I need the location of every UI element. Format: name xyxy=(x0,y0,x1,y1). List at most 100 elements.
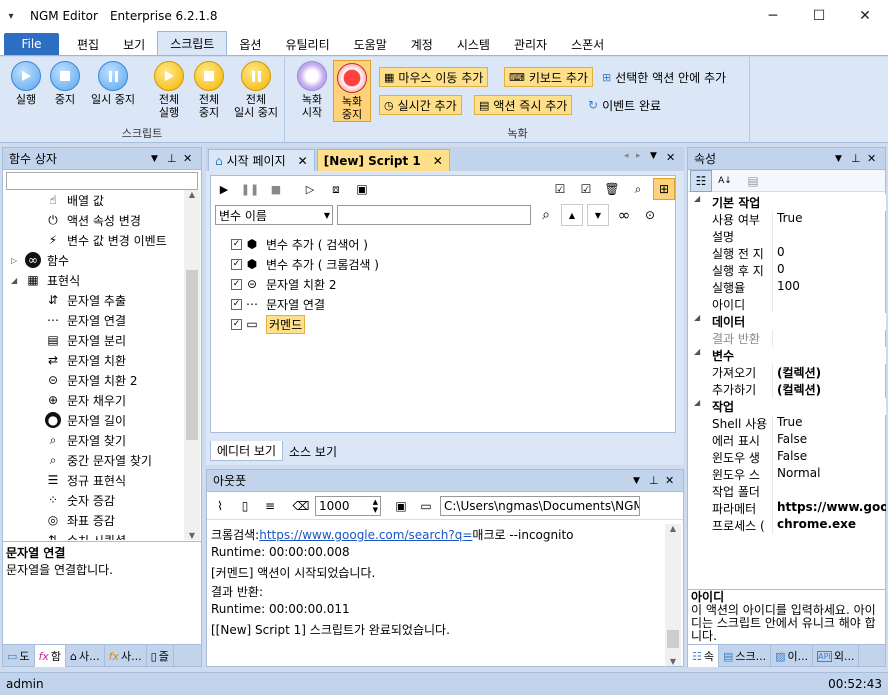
output-scrollbar[interactable]: ▲ ▼ xyxy=(665,524,681,666)
scroll-down-icon[interactable]: ▼ xyxy=(184,531,200,540)
property-value[interactable]: (컬렉션) xyxy=(772,364,886,381)
pause-button[interactable]: 일시 중지 xyxy=(86,61,140,106)
property-value[interactable]: 100 xyxy=(772,279,886,296)
record-start-button[interactable]: 녹화 시작 xyxy=(294,61,330,119)
more-icon[interactable]: ⊙ xyxy=(639,204,661,226)
pin-icon[interactable]: ⊥ xyxy=(851,152,867,165)
property-value[interactable]: chrome.exe xyxy=(772,517,886,534)
panel-close-icon[interactable]: ✕ xyxy=(183,152,201,165)
menu-utility[interactable]: 유틸리티 xyxy=(273,33,341,55)
property-value[interactable]: False xyxy=(772,432,886,449)
property-row[interactable]: 실행 후 지 0 xyxy=(688,262,886,279)
scroll-down-icon[interactable]: ▼ xyxy=(665,657,681,666)
tree-item[interactable]: ● 문자열 길이 xyxy=(3,410,126,430)
collapse-icon[interactable]: ◢ xyxy=(694,313,700,322)
tab-close-icon[interactable]: ✕ xyxy=(433,154,443,168)
save-icon[interactable]: ▣ xyxy=(390,495,412,517)
tab-favorites[interactable]: ▯ 즐 xyxy=(147,645,174,667)
arrow-down-icon[interactable]: ▼ xyxy=(587,204,609,226)
property-value[interactable] xyxy=(772,296,886,313)
collapse-icon[interactable]: ◢ xyxy=(694,194,700,203)
panel-menu-icon[interactable]: ▼ xyxy=(835,154,851,164)
property-category[interactable]: ◢ 작업 xyxy=(688,398,886,415)
pause-all-button[interactable]: 전체 일시 중지 xyxy=(230,61,282,119)
action-checkbox[interactable]: ✓ xyxy=(231,298,242,310)
tree-expander-icon[interactable]: ▷ xyxy=(11,256,25,265)
play-frame-icon[interactable]: ▣ xyxy=(351,178,373,200)
stop-button[interactable]: 중지 xyxy=(47,61,83,106)
collapse-icon[interactable]: ◢ xyxy=(694,398,700,407)
property-value[interactable]: Normal xyxy=(772,466,886,483)
stop-all-button[interactable]: 전체 중지 xyxy=(190,61,228,119)
property-pages-icon[interactable]: ▤ xyxy=(742,170,764,192)
menu-system[interactable]: 시스템 xyxy=(445,33,502,55)
tab-script-1[interactable]: [New] Script 1 ✕ xyxy=(316,149,450,171)
spinner-arrows-icon[interactable]: ▲ ▼ xyxy=(373,498,378,514)
property-value[interactable]: 0 xyxy=(772,262,886,279)
property-row[interactable]: 파라메터 https://www.goo xyxy=(688,500,886,517)
tab-properties[interactable]: ☷ 속 xyxy=(688,645,719,667)
property-value[interactable]: False xyxy=(772,449,886,466)
check-icon[interactable]: ☑ xyxy=(575,178,597,200)
tab-close-icon[interactable]: ✕ xyxy=(298,154,308,168)
tree-item[interactable]: ⋯ 문자열 연결 xyxy=(3,310,126,330)
tree-item[interactable]: ⏻ 액션 속성 변경 xyxy=(3,210,141,230)
tree-item[interactable]: ⁘ 숫자 증감 xyxy=(3,490,115,510)
action-row[interactable]: ✓ ⊝ 문자열 치환 2 xyxy=(231,274,336,294)
property-row[interactable]: 작업 폴더 xyxy=(688,483,886,500)
tree-item[interactable]: ▤ 문자열 분리 xyxy=(3,330,126,350)
panel-menu-icon[interactable]: ▼ xyxy=(151,154,167,164)
property-category[interactable]: ◢ 데이터 xyxy=(688,313,886,330)
tree-view-icon[interactable]: ⊞ xyxy=(653,178,675,200)
property-row[interactable]: 프로세스 (chrome.exe xyxy=(688,517,886,534)
property-value[interactable]: True xyxy=(772,211,886,228)
property-row[interactable]: Shell 사용 True xyxy=(688,415,886,432)
property-row[interactable]: 윈도우 스 Normal xyxy=(688,466,886,483)
search-icon[interactable]: ⌕ xyxy=(535,204,557,226)
panel-close-icon[interactable]: ✕ xyxy=(665,474,683,487)
tree-item[interactable]: ☰ 정규 표현식 xyxy=(3,470,126,490)
property-row[interactable]: 가져오기 (컬렉션) xyxy=(688,364,886,381)
arrow-up-icon[interactable]: ▲ xyxy=(561,204,583,226)
stop-icon[interactable]: ■ xyxy=(265,178,287,200)
add-mouse-move-button[interactable]: ▦ 마우스 이동 추가 xyxy=(379,67,489,87)
sort-az-icon[interactable]: A↓ xyxy=(714,170,736,192)
property-value[interactable]: (컬렉션) xyxy=(772,381,886,398)
tab-list-icon[interactable]: ▼ xyxy=(650,151,666,171)
tab-source-view[interactable]: 소스 보기 xyxy=(283,441,343,461)
tab-external[interactable]: API 외... xyxy=(813,645,860,667)
action-row[interactable]: ✓ ▭ 커멘드 xyxy=(231,314,306,334)
property-row[interactable]: 실행율 100 xyxy=(688,279,886,296)
tree-expander-icon[interactable]: ◢ xyxy=(11,276,25,285)
function-search-input[interactable] xyxy=(6,172,198,190)
tree-item[interactable]: ☝ 배열 값 xyxy=(3,190,104,210)
menu-options[interactable]: 옵션 xyxy=(227,33,273,55)
property-value[interactable] xyxy=(772,483,886,500)
run-button[interactable]: 실행 xyxy=(8,61,44,106)
tree-item[interactable]: ▷ ∞ 함수 xyxy=(3,250,69,270)
property-row[interactable]: 윈도우 생 False xyxy=(688,449,886,466)
output-link[interactable]: https://www.google.com/search?q= xyxy=(259,528,472,542)
action-row[interactable]: ✓ ⬢ 변수 추가 ( 크롬검색 ) xyxy=(231,254,379,274)
eraser-icon[interactable]: ⌫ xyxy=(290,495,312,517)
scroll-thumb[interactable] xyxy=(186,270,198,440)
step-play-icon[interactable]: ▷ xyxy=(299,178,321,200)
event-complete-button[interactable]: ↻ 이벤트 완료 xyxy=(584,95,665,115)
menu-file[interactable]: File xyxy=(4,33,59,55)
menu-admin[interactable]: 관리자 xyxy=(502,33,559,55)
tab-image[interactable]: ▨ 이... xyxy=(771,645,814,667)
menu-script[interactable]: 스크립트 xyxy=(157,31,228,55)
system-menu-icon[interactable]: ▾ xyxy=(0,11,22,22)
pause-icon[interactable]: ❚❚ xyxy=(239,178,261,200)
maximize-button[interactable]: ☐ xyxy=(796,0,842,32)
property-value[interactable] xyxy=(772,228,886,245)
close-button[interactable]: ✕ xyxy=(842,0,888,32)
tree-item[interactable]: ◢ ▦ 표현식 xyxy=(3,270,80,290)
categorized-icon[interactable]: ☷ xyxy=(690,169,712,192)
add-instant-button[interactable]: ▤ 액션 즉시 추가 xyxy=(474,95,573,115)
tree-item[interactable]: ⚡ 변수 값 변경 이벤트 xyxy=(3,230,167,250)
menu-view[interactable]: 보기 xyxy=(111,33,157,55)
menu-account[interactable]: 계정 xyxy=(399,33,445,55)
add-realtime-button[interactable]: ◷ 실시간 추가 xyxy=(379,95,462,115)
infinity-icon[interactable]: ∞ xyxy=(613,204,635,226)
